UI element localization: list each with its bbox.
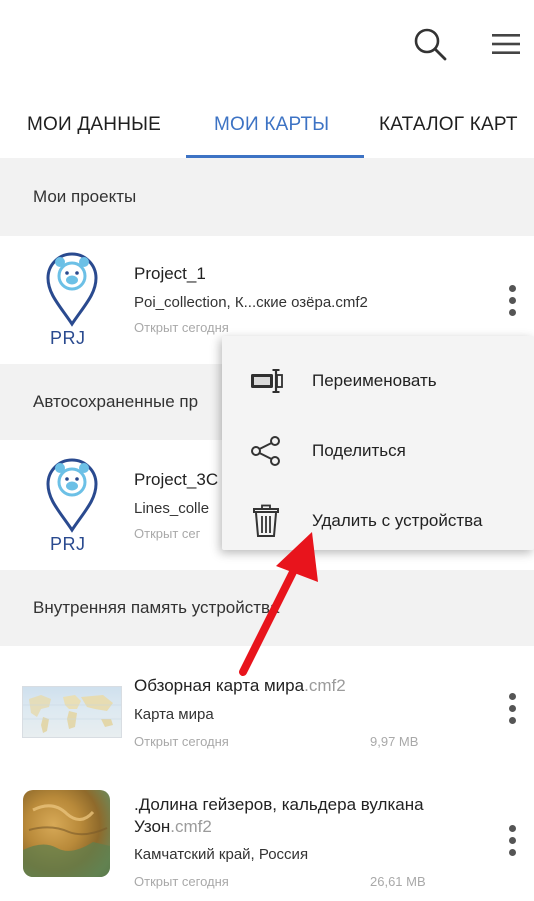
menu-item-share[interactable]: Поделиться xyxy=(222,416,534,486)
more-options-button[interactable] xyxy=(498,684,526,732)
list-item[interactable]: .Долина гейзеров, кальдера вулкана Узон.… xyxy=(0,770,534,901)
tab-map-catalog[interactable]: КАТАЛОГ КАРТ xyxy=(379,92,518,158)
context-menu: Переименовать Поделиться Удалить с устро… xyxy=(222,336,534,550)
item-opened-date: Открыт сегодня xyxy=(134,734,229,749)
search-icon xyxy=(414,28,447,61)
item-opened-date: Открыт сег xyxy=(134,526,201,541)
item-opened-date: Открыт сегодня xyxy=(134,874,229,889)
tab-my-data[interactable]: МОИ ДАННЫЕ xyxy=(27,92,161,158)
project-pin-icon xyxy=(46,458,98,533)
menu-item-delete-from-device[interactable]: Удалить с устройства xyxy=(222,486,534,556)
kebab-dot xyxy=(508,836,516,844)
menu-item-rename[interactable]: Переименовать xyxy=(222,346,534,416)
item-file-size: 9,97 MB xyxy=(370,734,419,749)
kebab-dot xyxy=(508,296,516,304)
list-item[interactable]: Обзорная карта мира.cmf2 Карта мира Откр… xyxy=(0,646,534,770)
tab-bar: МОИ ДАННЫЕ МОИ КАРТЫ КАТАЛОГ КАРТ xyxy=(0,92,534,159)
item-title-text: Обзорная карта мира xyxy=(134,676,305,695)
rename-icon xyxy=(246,361,286,401)
menu-item-label: Удалить с устройства xyxy=(312,511,483,530)
project-pin-icon xyxy=(46,252,98,327)
more-options-button[interactable] xyxy=(498,816,526,864)
menu-item-label: Поделиться xyxy=(312,441,406,460)
item-title: Project_1 xyxy=(134,264,206,283)
section-header-internal-storage: Внутренняя память устройства xyxy=(0,570,534,646)
item-subtitle: Камчатский край, Россия xyxy=(134,846,309,863)
top-app-bar xyxy=(0,0,534,92)
more-options-button[interactable] xyxy=(498,276,526,324)
terrain-photo-image xyxy=(23,804,110,877)
kebab-dot xyxy=(508,284,516,292)
item-title: Обзорная карта мира.cmf2 xyxy=(134,676,346,696)
item-subtitle: Poi_collection, К...ские озёра.cmf2 xyxy=(134,294,368,311)
kebab-dot xyxy=(508,848,516,856)
geyser-valley-thumbnail xyxy=(23,790,110,877)
kebab-dot xyxy=(508,824,516,832)
prj-label: PRJ xyxy=(50,534,86,554)
item-opened-date: Открыт сегодня xyxy=(134,320,229,335)
section-header-projects: Мои проекты xyxy=(0,158,534,236)
kebab-dot xyxy=(508,308,516,316)
hamburger-menu-icon xyxy=(492,34,520,54)
trash-icon xyxy=(246,501,286,541)
kebab-dot xyxy=(508,704,516,712)
item-title: .Долина гейзеров, кальдера вулкана Узон.… xyxy=(134,794,434,838)
project-thumbnail: PRJ xyxy=(40,248,104,360)
item-file-size: 26,61 MB xyxy=(370,874,426,889)
world-map-image xyxy=(23,695,121,733)
file-extension: .cmf2 xyxy=(170,817,212,836)
world-map-thumbnail xyxy=(22,686,122,738)
menu-button[interactable] xyxy=(484,22,528,66)
kebab-dot xyxy=(508,692,516,700)
menu-item-label: Переименовать xyxy=(312,371,437,390)
tab-my-maps[interactable]: МОИ КАРТЫ xyxy=(214,92,329,158)
search-button[interactable] xyxy=(408,22,452,66)
kebab-dot xyxy=(508,716,516,724)
project-thumbnail: PRJ xyxy=(40,454,104,566)
item-subtitle: Lines_colle xyxy=(134,500,210,517)
app-screen: МОИ ДАННЫЕ МОИ КАРТЫ КАТАЛОГ КАРТ Мои пр… xyxy=(0,0,534,901)
item-subtitle: Карта мира xyxy=(134,706,214,723)
item-title: Project_3C xyxy=(134,470,219,489)
share-icon xyxy=(246,431,286,471)
file-extension: .cmf2 xyxy=(304,676,346,695)
prj-label: PRJ xyxy=(50,328,86,348)
